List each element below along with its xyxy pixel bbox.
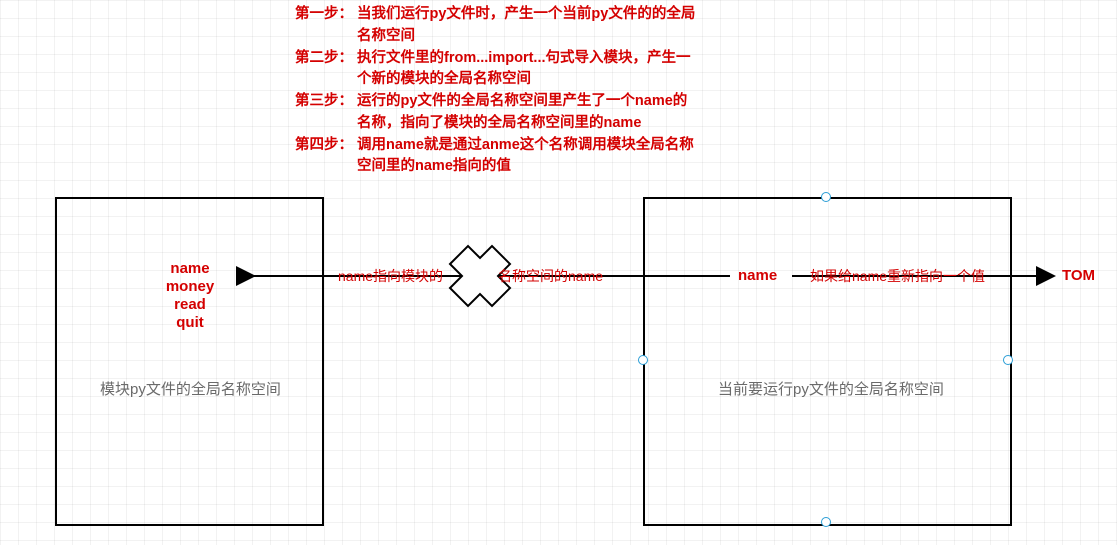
tom-value: TOM	[1062, 267, 1095, 284]
current-file-name-var: name	[738, 267, 777, 284]
var-quit: quit	[150, 314, 230, 332]
var-name: name	[150, 260, 230, 278]
step-2-body: 执行文件里的from...import...句式导入模块，产生一 个新的模块的全…	[357, 48, 905, 92]
step-3-label: 第三步：	[295, 91, 357, 135]
step-2: 第二步： 执行文件里的from...import...句式导入模块，产生一 个新…	[295, 48, 905, 92]
selection-handle-top[interactable]	[821, 192, 831, 202]
step-2-label: 第二步：	[295, 48, 357, 92]
left-arrow-label-part1: name指向模块的	[338, 266, 443, 286]
step-1-body: 当我们运行py文件时，产生一个当前py文件的的全局 名称空间	[357, 4, 905, 48]
step-4-label: 第四步：	[295, 135, 357, 179]
right-arrow-label: 如果给name重新指向一个值	[810, 266, 985, 286]
step-3-body: 运行的py文件的全局名称空间里产生了一个name的 名称，指向了模块的全局名称空…	[357, 91, 905, 135]
module-namespace-box[interactable]	[55, 197, 324, 526]
var-money: money	[150, 278, 230, 296]
current-file-namespace-box[interactable]	[643, 197, 1012, 526]
step-1-label: 第一步：	[295, 4, 357, 48]
current-file-box-caption: 当前要运行py文件的全局名称空间	[718, 378, 944, 399]
step-4: 第四步： 调用name就是通过anme这个名称调用模块全局名称 空间里的name…	[295, 135, 905, 179]
selection-handle-bottom[interactable]	[821, 517, 831, 527]
step-4-body: 调用name就是通过anme这个名称调用模块全局名称 空间里的name指向的值	[357, 135, 905, 179]
step-1: 第一步： 当我们运行py文件时，产生一个当前py文件的的全局 名称空间	[295, 4, 905, 48]
selection-handle-left[interactable]	[638, 355, 648, 365]
step-3: 第三步： 运行的py文件的全局名称空间里产生了一个name的 名称，指向了模块的…	[295, 91, 905, 135]
selection-handle-right[interactable]	[1003, 355, 1013, 365]
module-variable-list: name money read quit	[150, 260, 230, 332]
module-box-caption: 模块py文件的全局名称空间	[100, 378, 281, 399]
left-arrow-label-part2: 名称空间的name	[498, 266, 603, 286]
var-read: read	[150, 296, 230, 314]
steps-panel: 第一步： 当我们运行py文件时，产生一个当前py文件的的全局 名称空间 第二步：…	[295, 4, 905, 178]
